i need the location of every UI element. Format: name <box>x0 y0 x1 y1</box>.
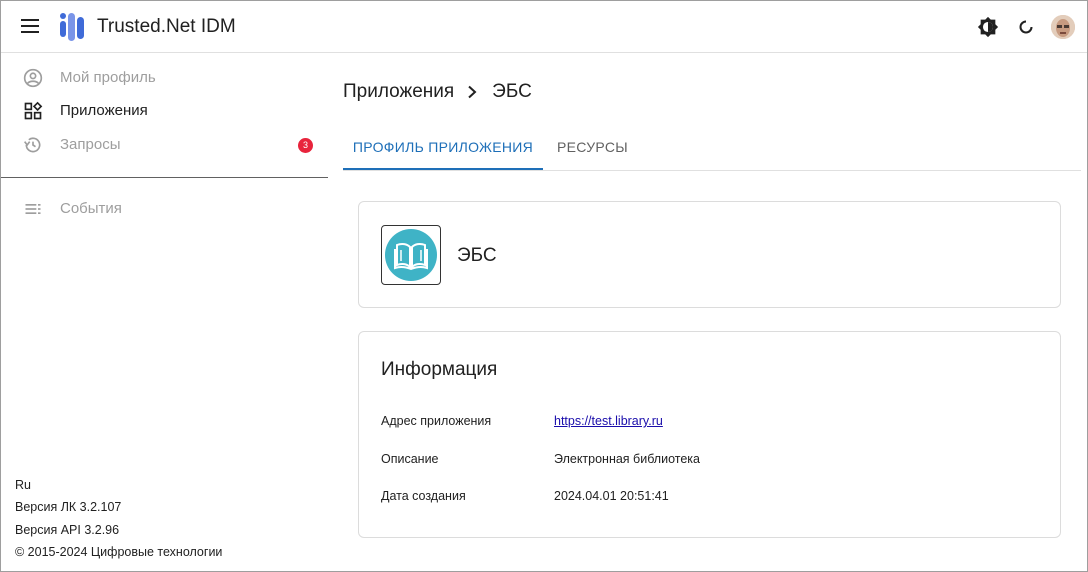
chevron-right-icon <box>468 85 477 99</box>
info-value: 2024.04.01 20:51:41 <box>554 489 669 503</box>
account-circle-icon <box>23 68 43 88</box>
version-lk: Версия ЛК 3.2.107 <box>15 500 122 514</box>
sidebar-item-label: Мой профиль <box>60 69 156 86</box>
app-name: ЭБС <box>457 245 497 266</box>
app-url-link[interactable]: https://test.library.ru <box>554 414 663 428</box>
open-book-icon <box>385 229 437 281</box>
copyright: © 2015-2024 Цифровые технологии <box>15 545 223 559</box>
list-lines-icon <box>25 204 41 214</box>
sidebar-item-label: Запросы <box>60 136 121 153</box>
sidebar-item-label: События <box>60 200 122 217</box>
breadcrumb: Приложения ЭБС <box>343 81 532 103</box>
info-key: Дата создания <box>381 489 466 503</box>
info-key: Адрес приложения <box>381 414 492 428</box>
apps-widgets-icon <box>24 101 43 120</box>
sidebar-divider <box>1 177 328 178</box>
breadcrumb-parent-link[interactable]: Приложения <box>343 81 454 103</box>
info-key: Описание <box>381 452 439 466</box>
brand-logo-icon <box>60 13 84 41</box>
requests-count-badge: 3 <box>298 138 313 153</box>
sidebar: Мой профиль Приложения Запросы 3 События <box>1 54 328 571</box>
sidebar-item-requests[interactable]: Запросы <box>1 128 328 162</box>
info-card: Информация Адрес приложения https://test… <box>358 331 1061 538</box>
refresh-icon[interactable] <box>1015 16 1037 38</box>
tab-bar: ПРОФИЛЬ ПРИЛОЖЕНИЯ РЕСУРСЫ <box>343 130 1081 171</box>
sidebar-item-events[interactable]: События <box>1 192 328 226</box>
history-icon <box>24 137 41 153</box>
language-switch[interactable]: Ru <box>15 478 31 492</box>
app-card: ЭБС <box>358 201 1061 308</box>
tab-app-profile[interactable]: ПРОФИЛЬ ПРИЛОЖЕНИЯ <box>343 130 543 170</box>
info-title: Информация <box>381 359 498 380</box>
sidebar-item-profile[interactable]: Мой профиль <box>1 61 328 95</box>
hamburger-menu-icon[interactable] <box>21 19 39 33</box>
app-logo <box>381 225 441 285</box>
sidebar-item-applications[interactable]: Приложения <box>1 94 328 128</box>
version-api: Версия API 3.2.96 <box>15 523 120 537</box>
app-header: Trusted.Net IDM <box>1 1 1087 53</box>
info-value: Электронная библиотека <box>554 452 700 466</box>
breadcrumb-current: ЭБС <box>492 81 532 102</box>
sidebar-item-label: Приложения <box>60 102 148 119</box>
tab-resources[interactable]: РЕСУРСЫ <box>557 130 628 170</box>
user-avatar[interactable] <box>1051 15 1075 39</box>
brightness-theme-icon[interactable] <box>977 16 999 38</box>
app-title: Trusted.Net IDM <box>97 16 236 37</box>
